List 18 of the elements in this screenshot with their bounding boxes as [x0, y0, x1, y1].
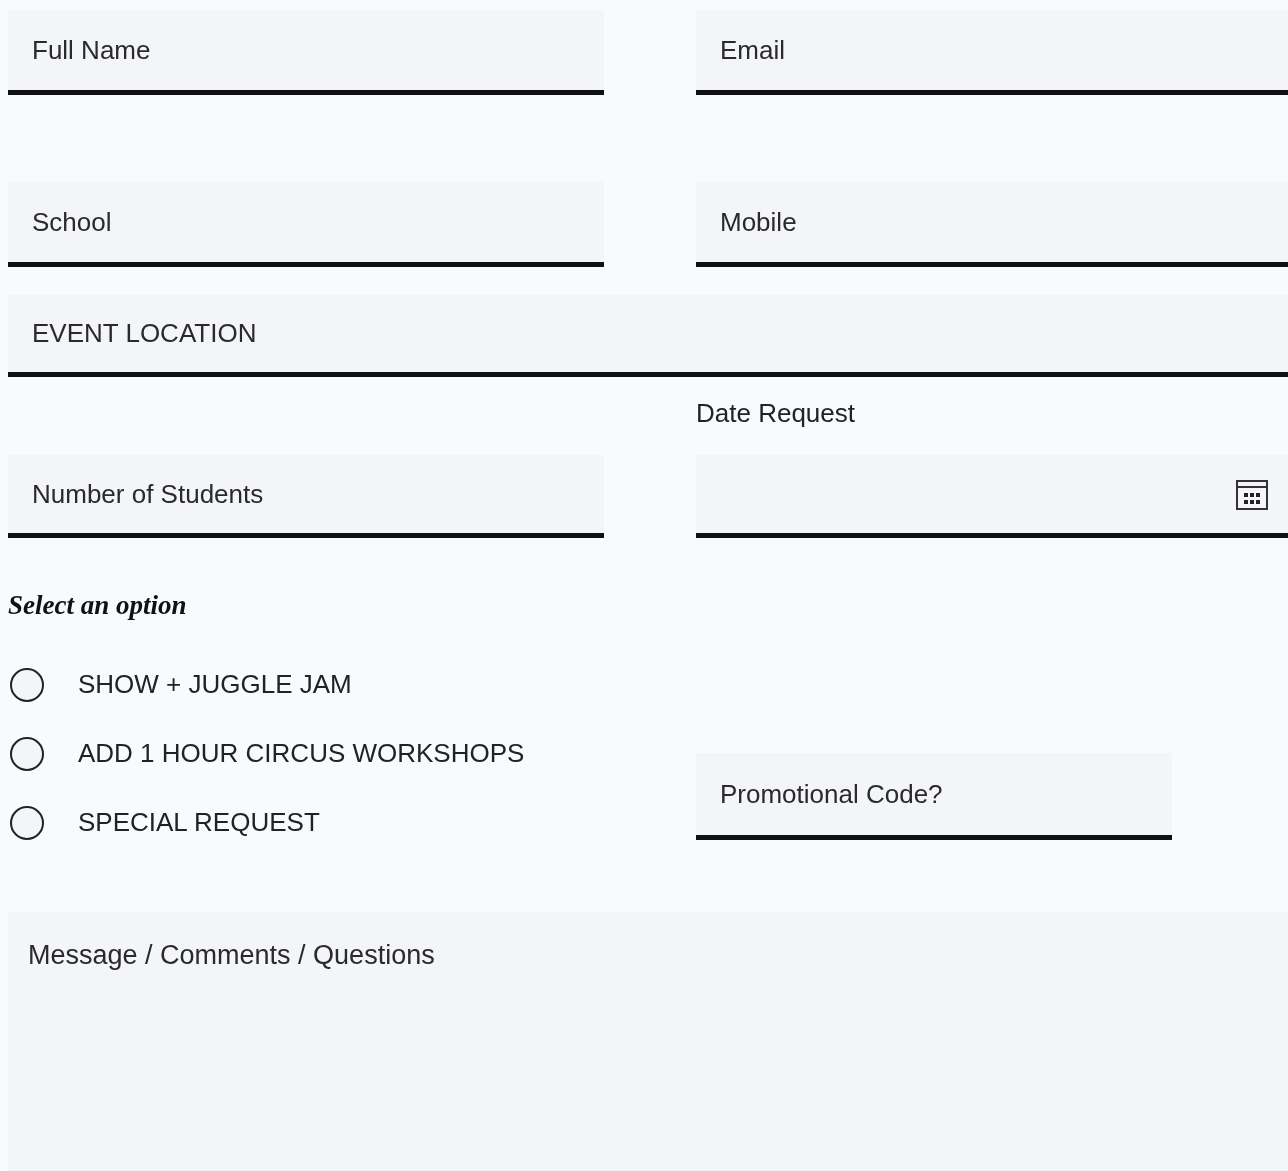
- radio-button[interactable]: [10, 736, 44, 771]
- options-heading: Select an option: [8, 590, 188, 620]
- message-field[interactable]: Message / Comments / Questions: [8, 912, 1288, 1171]
- option-label[interactable]: ADD 1 HOUR CIRCUS WORKSHOPS: [78, 738, 525, 769]
- full-name-field[interactable]: Full Name: [8, 10, 604, 95]
- calendar-icon[interactable]: [1236, 480, 1268, 510]
- date-label: Date Request: [696, 398, 855, 430]
- students-field[interactable]: Number of Students: [8, 455, 604, 538]
- school-field[interactable]: School: [8, 182, 604, 267]
- radio-button[interactable]: [10, 667, 44, 702]
- option-label[interactable]: SHOW + JUGGLE JAM: [78, 669, 352, 700]
- promo-code-field[interactable]: Promotional Code?: [696, 753, 1172, 840]
- option-label[interactable]: SPECIAL REQUEST: [78, 807, 320, 838]
- mobile-field[interactable]: Mobile: [696, 182, 1288, 267]
- date-field[interactable]: [696, 455, 1288, 538]
- event-location-field[interactable]: EVENT LOCATION: [8, 295, 1288, 377]
- email-field[interactable]: Email: [696, 10, 1288, 95]
- radio-button[interactable]: [10, 805, 44, 840]
